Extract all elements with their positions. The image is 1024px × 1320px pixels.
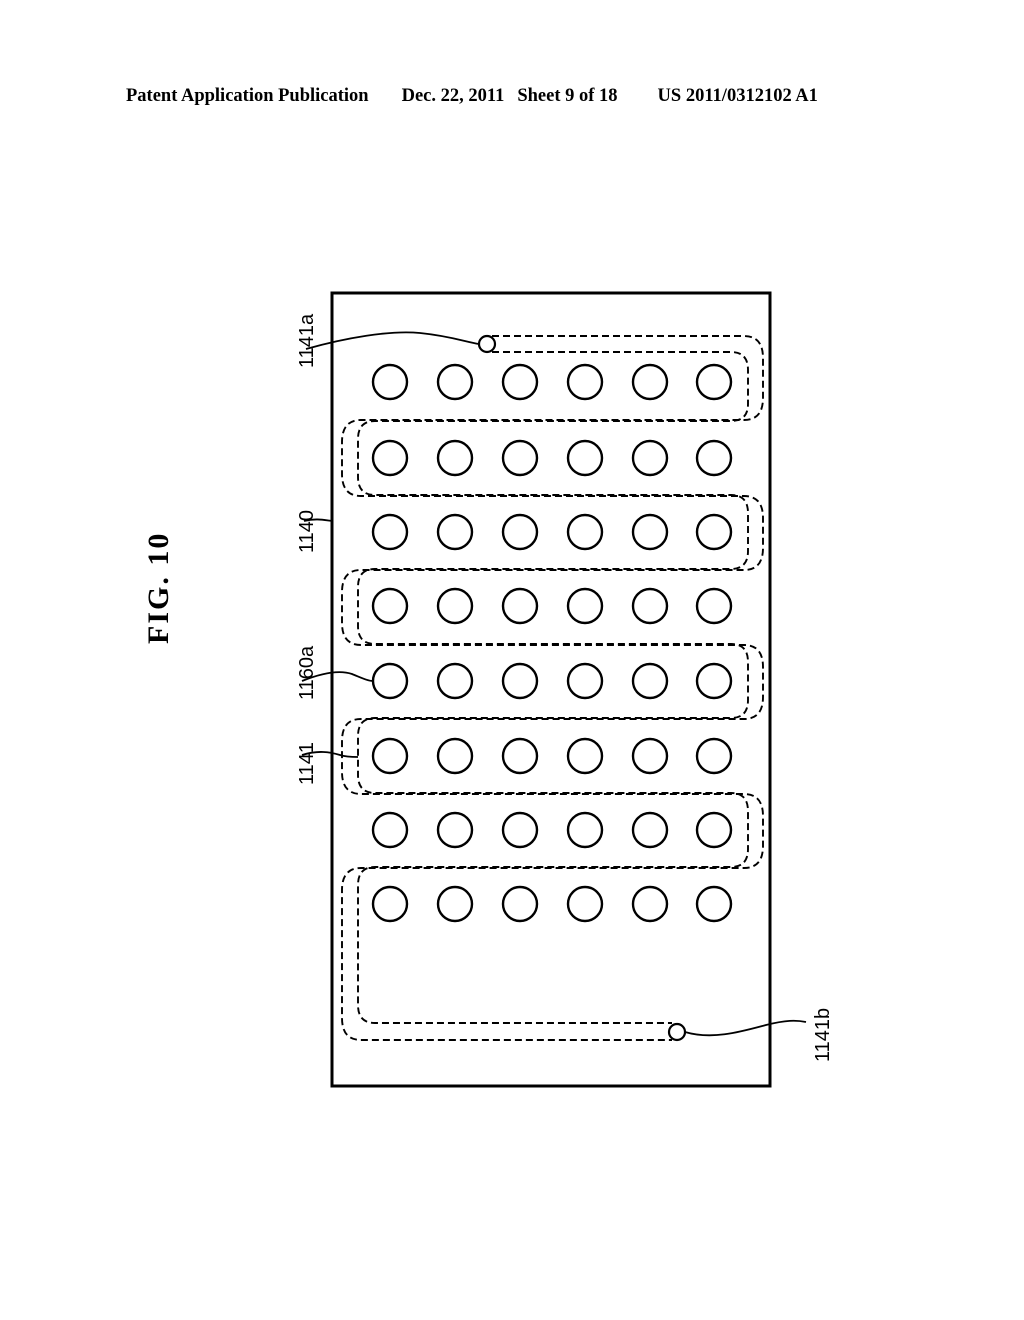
well-circle (501, 363, 539, 401)
well-circle (501, 439, 539, 477)
well-circle (436, 587, 474, 625)
well-circle (695, 363, 733, 401)
well-circle (501, 737, 539, 775)
well-circle (566, 513, 604, 551)
well-circle (631, 811, 669, 849)
well-circle (501, 811, 539, 849)
well-circle (566, 737, 604, 775)
well-circle (566, 811, 604, 849)
well-circle (371, 587, 409, 625)
reference-numeral-1141: 1141 (296, 741, 318, 785)
well-circle (695, 885, 733, 923)
well-circle (371, 885, 409, 923)
well-circle (631, 363, 669, 401)
well-circle (371, 439, 409, 477)
well-circle-grid (371, 363, 733, 923)
well-circle-row5-col1 (371, 662, 409, 700)
well-circle (566, 662, 604, 700)
well-circle (436, 737, 474, 775)
inlet-terminal-port (477, 334, 497, 354)
reference-numeral-1141b: 1141b (812, 1007, 834, 1062)
well-circle (501, 587, 539, 625)
well-circle (371, 811, 409, 849)
leader-line-1141b (684, 1019, 807, 1037)
well-circle (501, 885, 539, 923)
well-circle (695, 811, 733, 849)
substrate-outline (330, 291, 772, 1088)
reference-numeral-1140: 1140 (296, 509, 318, 553)
well-circle (436, 439, 474, 477)
well-circle (566, 363, 604, 401)
well-circle (566, 587, 604, 625)
well-circle (566, 439, 604, 477)
patent-figure-drawing (301, 291, 807, 1088)
well-circle (631, 513, 669, 551)
well-circle (501, 513, 539, 551)
outlet-terminal-port (667, 1022, 687, 1042)
well-circle (631, 439, 669, 477)
well-circle (436, 811, 474, 849)
well-circle (631, 587, 669, 625)
well-circle (566, 885, 604, 923)
well-circle (695, 513, 733, 551)
well-circle (371, 513, 409, 551)
well-circle (631, 737, 669, 775)
well-circle (695, 737, 733, 775)
well-circle (695, 439, 733, 477)
well-circle (436, 885, 474, 923)
reference-numeral-1141a: 1141a (296, 313, 318, 368)
well-circle (371, 363, 409, 401)
well-circle (631, 885, 669, 923)
well-circle (501, 662, 539, 700)
reference-numeral-1160a: 1160a (296, 645, 318, 700)
well-circle (436, 363, 474, 401)
well-circle (436, 513, 474, 551)
well-circle (436, 662, 474, 700)
well-circle (631, 662, 669, 700)
serpentine-channel-inner-wall (357, 351, 749, 1024)
well-circle (695, 662, 733, 700)
well-circle (371, 737, 409, 775)
well-circle (695, 587, 733, 625)
